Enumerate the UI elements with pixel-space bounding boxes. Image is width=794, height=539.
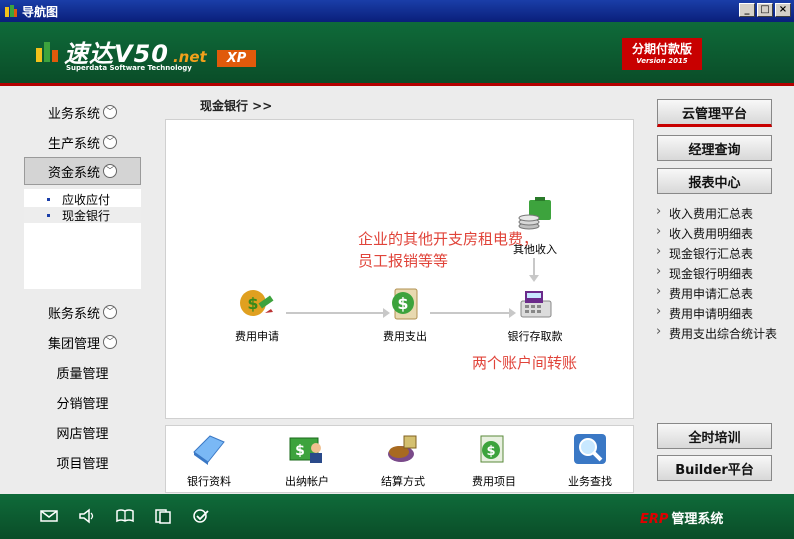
sidebar-item-business[interactable]: 业务系统 ﹀	[24, 98, 141, 126]
submenu-label: 应收应付	[62, 193, 111, 207]
tool-cashier-account[interactable]: $ 出纳帐户	[272, 432, 342, 489]
report-link[interactable]: 现金银行汇总表	[656, 244, 777, 265]
window-title: 导航图	[22, 4, 59, 19]
maximize-button[interactable]: □	[757, 3, 773, 17]
erp-text: ERP	[640, 512, 669, 527]
flow-arrow-apply-to-expense	[286, 308, 390, 318]
sidebar-item-label: 账务系统	[47, 306, 100, 322]
tool-label: 银行资料	[187, 475, 231, 488]
node-bank-deposit[interactable]: 银行存取款	[498, 283, 572, 344]
manager-query-button[interactable]: 经理查询	[657, 135, 772, 161]
tool-business-search[interactable]: 业务查找	[555, 432, 625, 489]
svg-text:$: $	[486, 444, 495, 459]
report-link[interactable]: 费用支出综合统计表	[656, 324, 777, 345]
settlement-icon	[388, 435, 417, 462]
tool-bank-info[interactable]: 银行资料	[174, 432, 244, 489]
mail-icon[interactable]	[40, 508, 58, 524]
check-icon[interactable]	[192, 508, 210, 524]
logo-mark-icon	[36, 42, 58, 62]
speaker-icon[interactable]	[78, 508, 96, 524]
sidebar-item-distribution[interactable]: 分销管理	[24, 388, 141, 416]
documents-icon[interactable]	[154, 508, 172, 524]
report-list: 收入费用汇总表 收入费用明细表 现金银行汇总表 现金银行明细表 费用申请汇总表 …	[656, 204, 777, 345]
tool-label: 出纳帐户	[285, 475, 329, 488]
funds-submenu: 应收应付 现金银行	[24, 189, 141, 289]
chevron-down-icon: ﹀	[103, 164, 117, 178]
chevron-down-icon: ﹀	[103, 105, 117, 119]
sidebar-item-project[interactable]: 项目管理	[24, 448, 141, 476]
svg-text:$: $	[397, 294, 408, 313]
system-text: 管理系统	[671, 512, 724, 527]
breadcrumb: 现金银行 >>	[200, 99, 273, 113]
tool-settlement-method[interactable]: 结算方式	[368, 432, 438, 489]
sidebar-item-production[interactable]: 生产系统 ﹀	[24, 128, 141, 156]
sidebar-item-label: 生产系统	[47, 136, 100, 152]
note-other-expenses: 企业的其他开支房租电费，员工报销等等	[358, 230, 539, 270]
chevron-down-icon: ﹀	[103, 305, 117, 319]
sidebar-item-label: 质量管理	[56, 366, 109, 382]
erp-label: ERP 管理系统	[640, 508, 723, 527]
note-transfer: 两个账户间转账	[472, 354, 578, 372]
sidebar-item-webshop[interactable]: 网店管理	[24, 418, 141, 446]
svg-text:$: $	[247, 294, 258, 313]
money-clipboard-icon: $	[392, 288, 418, 320]
cash-register-icon	[520, 291, 552, 318]
report-link[interactable]: 收入费用明细表	[656, 224, 777, 245]
submenu-item-receivables[interactable]: 应收应付	[24, 191, 141, 207]
tool-label: 费用项目	[472, 475, 516, 488]
sidebar-item-label: 资金系统	[47, 165, 100, 181]
node-label: 费用支出	[383, 330, 427, 343]
app-icon	[5, 5, 17, 17]
svg-text:$: $	[295, 443, 305, 459]
sidebar-item-label: 集团管理	[47, 336, 100, 352]
submenu-label: 现金银行	[62, 209, 111, 223]
tool-expense-item[interactable]: $ 费用项目	[459, 432, 529, 489]
logo-xp-badge: XP	[216, 50, 257, 67]
report-link[interactable]: 费用申请明细表	[656, 304, 777, 325]
chevron-down-icon: ﹀	[103, 135, 117, 149]
submenu-item-cash-bank[interactable]: 现金银行	[24, 207, 141, 223]
sidebar-item-accounting[interactable]: 账务系统 ﹀	[24, 298, 141, 326]
node-label: 银行存取款	[507, 330, 563, 343]
logo-subtitle: Superdata Software Technology	[66, 64, 192, 72]
node-expense-apply[interactable]: $ 费用申请	[224, 283, 290, 344]
chevron-down-icon: ﹀	[103, 335, 117, 349]
sidebar-item-label: 网店管理	[56, 426, 109, 442]
edition-badge: 分期付款版 Version 2015	[622, 38, 702, 70]
sidebar-item-label: 项目管理	[56, 456, 109, 472]
tool-label: 业务查找	[568, 475, 612, 488]
training-button[interactable]: 全时培训	[657, 423, 772, 449]
builder-platform-button[interactable]: Builder平台	[657, 455, 772, 481]
app-footer: ERP 管理系统	[0, 494, 794, 539]
close-button[interactable]: ×	[775, 3, 791, 17]
report-link[interactable]: 费用申请汇总表	[656, 284, 777, 305]
search-icon	[574, 434, 606, 464]
money-pen-icon: $	[240, 290, 274, 316]
book-icon[interactable]	[116, 508, 134, 524]
node-label: 费用申请	[235, 330, 279, 343]
expense-doc-icon: $	[480, 435, 504, 463]
report-center-button[interactable]: 报表中心	[657, 168, 772, 194]
minimize-button[interactable]: _	[739, 3, 755, 17]
sidebar-item-label: 业务系统	[47, 106, 100, 122]
tool-label: 结算方式	[381, 475, 425, 488]
window-titlebar: 导航图 _ □ ×	[0, 0, 794, 22]
sidebar-item-funds[interactable]: 资金系统 ﹀	[24, 157, 141, 185]
account-card-icon: $	[289, 437, 322, 463]
report-link[interactable]: 现金银行明细表	[656, 264, 777, 285]
app-header: 速达V50 .net XP Superdata Software Technol…	[0, 22, 794, 86]
sidebar-item-group[interactable]: 集团管理 ﹀	[24, 328, 141, 356]
version-label: Version 2015	[636, 57, 688, 65]
node-expense-pay[interactable]: $ 费用支出	[372, 283, 438, 344]
sidebar-item-quality[interactable]: 质量管理	[24, 358, 141, 386]
sidebar-item-label: 分销管理	[56, 396, 109, 412]
folder-icon	[193, 435, 225, 465]
edition-label: 分期付款版	[631, 42, 692, 56]
report-link[interactable]: 收入费用汇总表	[656, 204, 777, 225]
cloud-platform-button[interactable]: 云管理平台	[657, 99, 772, 127]
